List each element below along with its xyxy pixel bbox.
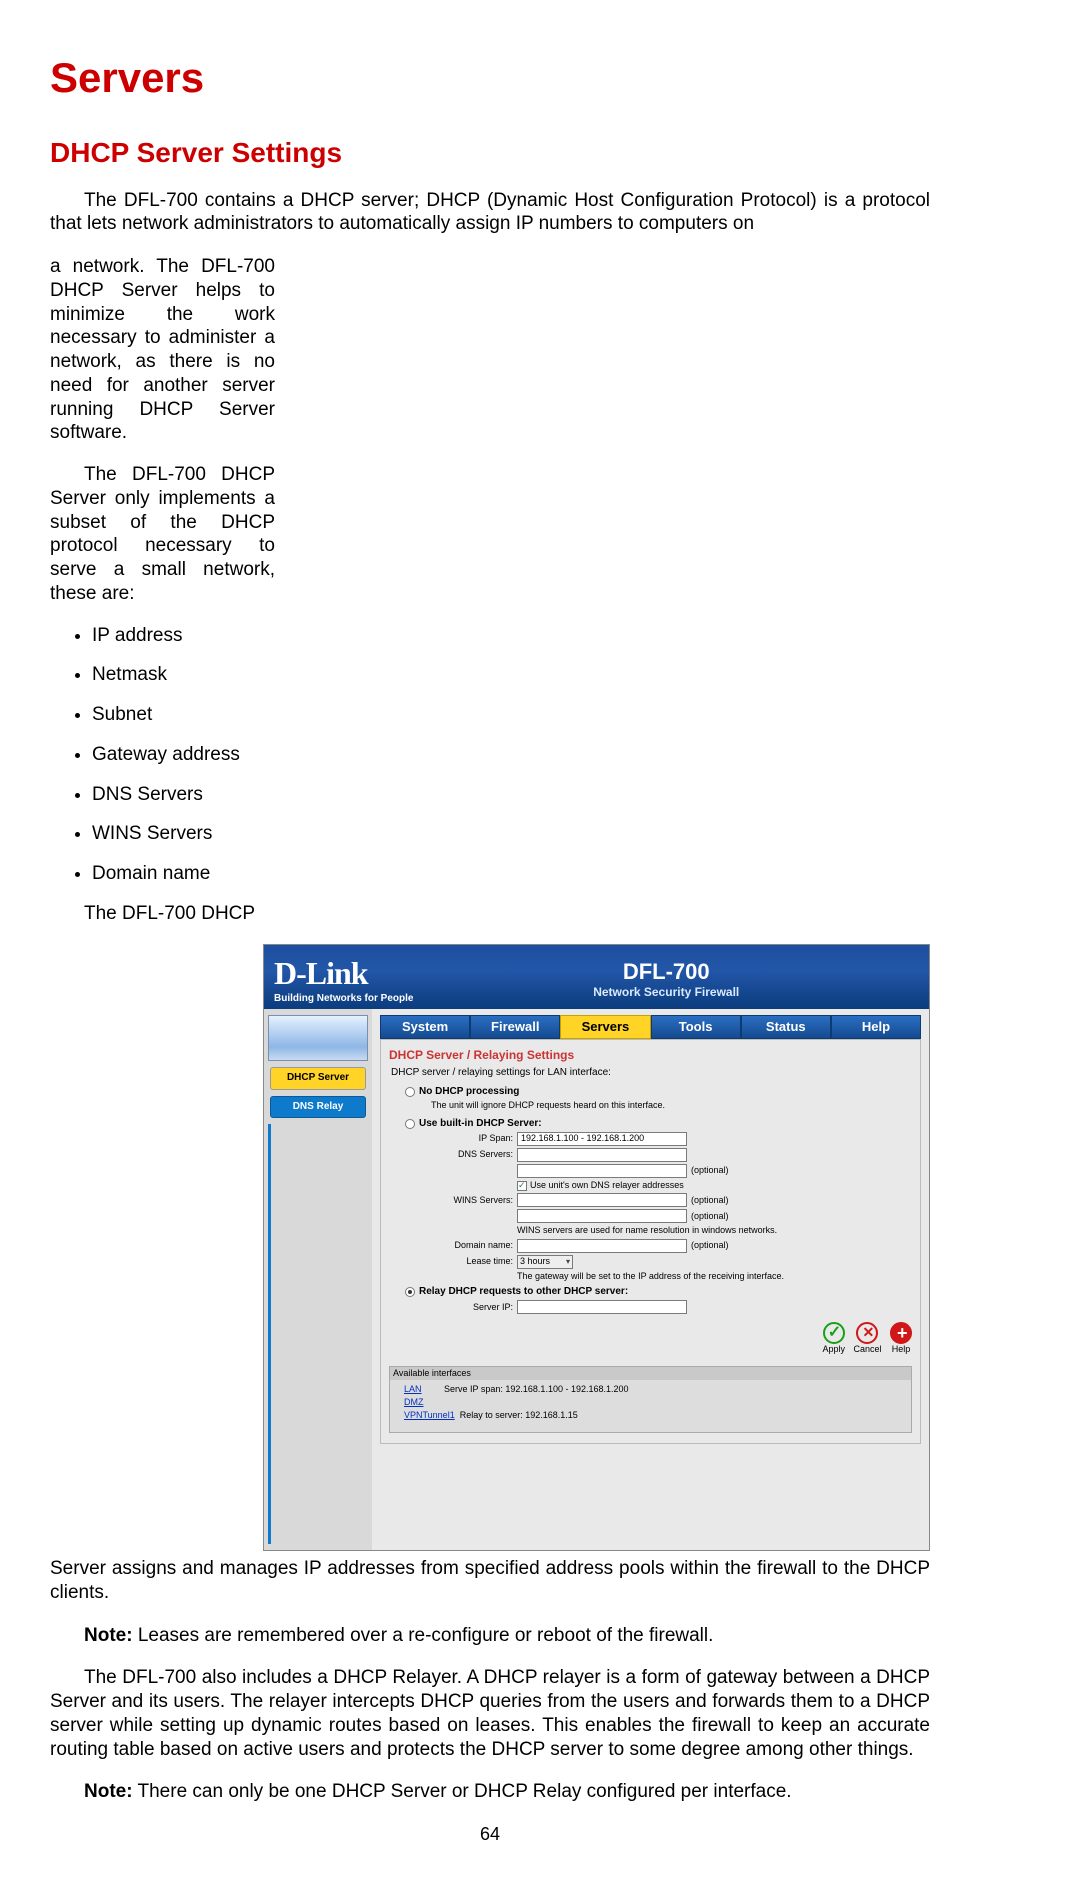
screenshot-panel: D-Link Building Networks for People DFL-…: [263, 944, 930, 1552]
cancel-label: Cancel: [853, 1344, 881, 1355]
note-2: Note: There can only be one DHCP Server …: [50, 1780, 930, 1804]
avail-title: Available interfaces: [390, 1367, 911, 1380]
chevron-down-icon: ▾: [566, 1257, 570, 1267]
radio-icon: [405, 1087, 415, 1097]
lan-text: Serve IP span: 192.168.1.100 - 192.168.1…: [444, 1384, 628, 1394]
main-pane: System Firewall Servers Tools Status Hel…: [372, 1009, 929, 1550]
sidebar-item-dhcp-server[interactable]: DHCP Server: [270, 1067, 366, 1090]
help-label: Help: [890, 1344, 912, 1355]
left-p3: The DFL-700 DHCP: [50, 902, 275, 926]
note-text: Leases are remembered over a re-configur…: [133, 1625, 714, 1646]
brand-logo: D-Link: [274, 953, 413, 993]
input-dns-1[interactable]: [517, 1148, 687, 1162]
optional-note: (optional): [691, 1240, 729, 1251]
sidebar-item-dns-relay[interactable]: DNS Relay: [270, 1096, 366, 1119]
page-number: 64: [50, 1823, 930, 1846]
sidebar: DHCP Server DNS Relay: [264, 1009, 372, 1550]
radio-icon: [405, 1287, 415, 1297]
sidebar-spacer: [268, 1124, 368, 1544]
link-vpn[interactable]: VPNTunnel1: [404, 1410, 455, 1420]
list-item: Gateway address: [92, 743, 275, 767]
label-lease: Lease time:: [429, 1256, 517, 1267]
tab-tools[interactable]: Tools: [651, 1015, 741, 1039]
feature-list: IP address Netmask Subnet Gateway addres…: [70, 624, 275, 886]
tab-system[interactable]: System: [380, 1015, 470, 1039]
after-p1: Server assigns and manages IP addresses …: [50, 1557, 930, 1605]
list-item: Subnet: [92, 703, 275, 727]
intro-paragraph: The DFL-700 contains a DHCP server; DHCP…: [50, 189, 930, 237]
vpn-text: Relay to server: 192.168.1.15: [460, 1410, 578, 1420]
device-thumbnail: [268, 1015, 368, 1061]
radio-builtin-dhcp[interactable]: Use built-in DHCP Server:: [405, 1118, 912, 1131]
radio-label: Use built-in DHCP Server:: [419, 1118, 542, 1131]
label-wins: WINS Servers:: [429, 1195, 517, 1206]
panel-title: DHCP Server / Relaying Settings: [389, 1048, 912, 1063]
checkbox-use-own-dns[interactable]: [517, 1181, 527, 1191]
page-title: Servers: [50, 52, 930, 105]
device-name: DFL-700: [413, 958, 919, 986]
radio-label: No DHCP processing: [419, 1086, 519, 1099]
settings-panel: DHCP Server / Relaying Settings DHCP ser…: [380, 1039, 921, 1443]
note-label: Note:: [84, 1781, 133, 1802]
tab-firewall[interactable]: Firewall: [470, 1015, 560, 1039]
tab-help[interactable]: Help: [831, 1015, 921, 1039]
close-icon: [856, 1322, 878, 1344]
list-item: Domain name: [92, 862, 275, 886]
input-dns-2[interactable]: [517, 1164, 687, 1178]
list-item: DNS Servers: [92, 783, 275, 807]
available-interfaces: Available interfaces LAN Serve IP span: …: [389, 1366, 912, 1433]
tab-servers[interactable]: Servers: [560, 1015, 650, 1039]
optional-note: (optional): [691, 1195, 729, 1206]
checkbox-label: Use unit's own DNS relayer addresses: [530, 1180, 684, 1191]
cancel-button[interactable]: Cancel: [853, 1322, 881, 1355]
left-p2: The DFL-700 DHCP Server only implements …: [50, 463, 275, 606]
label-ip-span: IP Span:: [429, 1133, 517, 1144]
tab-status[interactable]: Status: [741, 1015, 831, 1039]
radio-label: Relay DHCP requests to other DHCP server…: [419, 1286, 628, 1299]
screenshot-header: D-Link Building Networks for People DFL-…: [264, 945, 929, 1010]
radio1-desc: The unit will ignore DHCP requests heard…: [431, 1100, 912, 1111]
input-domain[interactable]: [517, 1239, 687, 1253]
list-item: IP address: [92, 624, 275, 648]
input-server-ip[interactable]: [517, 1300, 687, 1314]
interface-note: DHCP server / relaying settings for LAN …: [391, 1067, 912, 1080]
input-wins-1[interactable]: [517, 1193, 687, 1207]
left-p1: a network. The DFL-700 DHCP Server helps…: [50, 255, 275, 445]
radio-relay-dhcp[interactable]: Relay DHCP requests to other DHCP server…: [405, 1286, 912, 1299]
optional-note: (optional): [691, 1211, 729, 1222]
note-label: Note:: [84, 1625, 133, 1646]
help-button[interactable]: Help: [890, 1322, 912, 1355]
device-tagline: Network Security Firewall: [413, 985, 919, 1000]
label-domain: Domain name:: [429, 1240, 517, 1251]
list-item: WINS Servers: [92, 822, 275, 846]
after-p2: The DFL-700 also includes a DHCP Relayer…: [50, 1666, 930, 1761]
tab-bar: System Firewall Servers Tools Status Hel…: [380, 1015, 921, 1039]
apply-label: Apply: [822, 1344, 845, 1355]
apply-button[interactable]: Apply: [822, 1322, 845, 1355]
label-server-ip: Server IP:: [429, 1302, 517, 1313]
input-wins-2[interactable]: [517, 1209, 687, 1223]
note-1: Note: Leases are remembered over a re-co…: [50, 1624, 930, 1648]
input-ip-span[interactable]: 192.168.1.100 - 192.168.1.200: [517, 1132, 687, 1146]
list-item: Netmask: [92, 663, 275, 687]
check-icon: [823, 1322, 845, 1344]
plus-icon: [890, 1322, 912, 1344]
wins-note: WINS servers are used for name resolutio…: [517, 1225, 777, 1236]
optional-note: (optional): [691, 1165, 729, 1176]
link-dmz[interactable]: DMZ: [404, 1397, 424, 1407]
section-title: DHCP Server Settings: [50, 135, 930, 170]
link-lan[interactable]: LAN: [404, 1384, 422, 1394]
label-dns: DNS Servers:: [429, 1149, 517, 1160]
brand-tagline: Building Networks for People: [274, 993, 413, 1006]
select-value: 3 hours: [520, 1256, 550, 1267]
gateway-note: The gateway will be set to the IP addres…: [517, 1271, 784, 1282]
left-column: a network. The DFL-700 DHCP Server helps…: [50, 255, 275, 944]
radio-no-dhcp[interactable]: No DHCP processing: [405, 1086, 912, 1099]
note-text: There can only be one DHCP Server or DHC…: [133, 1781, 792, 1802]
select-lease-time[interactable]: 3 hours ▾: [517, 1255, 573, 1269]
radio-icon: [405, 1119, 415, 1129]
